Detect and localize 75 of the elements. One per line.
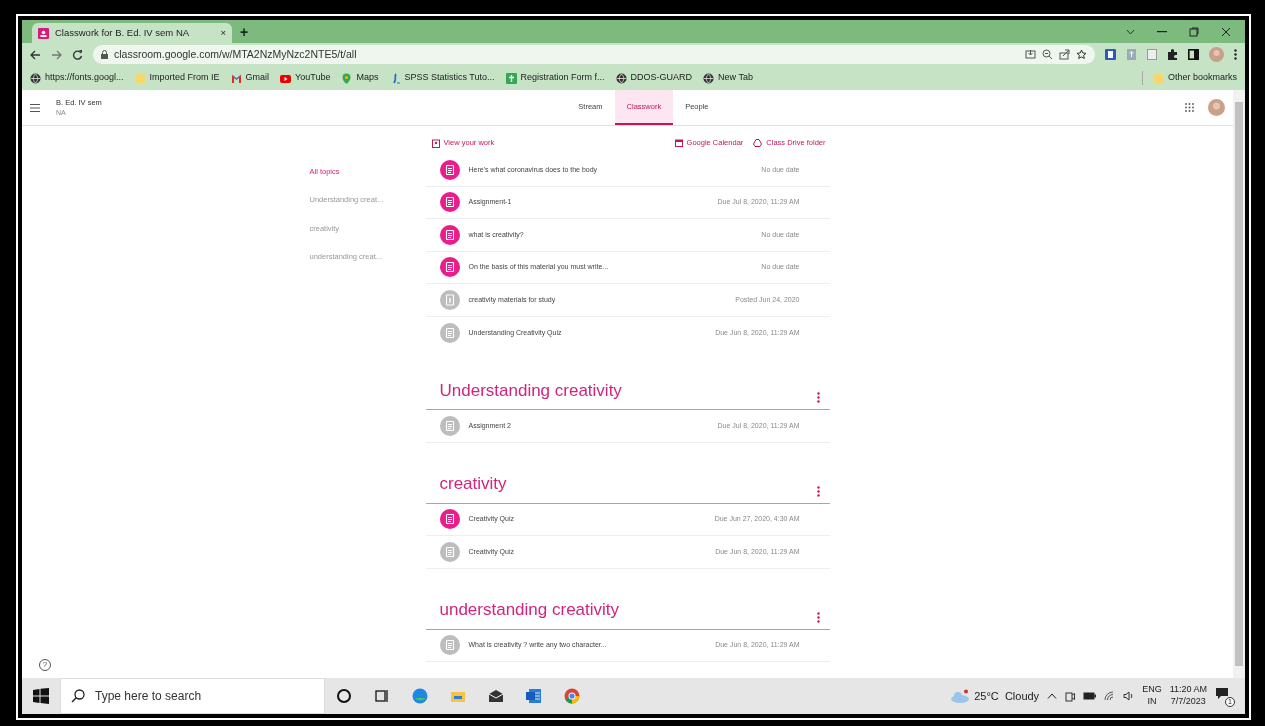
clipboard-icon — [431, 138, 440, 148]
folder-icon — [1152, 72, 1164, 84]
search-placeholder: Type here to search — [95, 688, 202, 705]
meet-icon[interactable] — [1065, 690, 1076, 702]
bookmark-item[interactable]: New Tab — [703, 71, 753, 85]
bookmark-item[interactable]: Gmail — [230, 71, 270, 85]
globe-icon — [703, 72, 715, 84]
help-button[interactable]: ? — [39, 659, 51, 671]
bookmark-item[interactable]: https://fonts.googl... — [30, 71, 124, 85]
forward-arrow-icon[interactable] — [51, 49, 62, 60]
install-icon[interactable] — [1025, 49, 1036, 60]
other-bookmarks-item[interactable]: Other bookmarks — [1141, 71, 1237, 85]
classroom-icon — [38, 27, 49, 39]
share-icon[interactable] — [1059, 49, 1070, 60]
bookmark-item[interactable]: Registration Form f... — [505, 71, 605, 85]
folder-icon — [134, 72, 146, 84]
more-vertical-icon[interactable] — [816, 485, 820, 497]
chat-bubble-icon — [1215, 687, 1229, 701]
side-panel-icon[interactable] — [1188, 49, 1199, 60]
cloud-icon — [950, 689, 971, 703]
clock-date[interactable]: 7/7/2023 — [1169, 696, 1207, 708]
bookmark-item[interactable]: SPSS Statistics Tuto... — [389, 71, 495, 85]
region-text: IN — [1146, 696, 1158, 708]
topic-heading: understanding creativity — [439, 599, 620, 621]
new-tab-button[interactable]: + — [240, 22, 249, 43]
language-text: ENG — [1142, 684, 1162, 696]
bookmark-item[interactable]: Imported From IE — [134, 71, 220, 85]
bookmark-item[interactable]: Maps — [341, 71, 379, 85]
circle-icon[interactable] — [336, 688, 352, 704]
more-vertical-icon[interactable] — [816, 392, 820, 403]
chevron-up-icon[interactable] — [1047, 693, 1058, 699]
map-pin-icon — [341, 72, 353, 84]
apps-grid-icon[interactable] — [1185, 103, 1194, 112]
chrome-browser-icon[interactable] — [564, 688, 580, 704]
star-icon[interactable] — [1076, 49, 1087, 60]
browser-tab[interactable]: Classwork for B. Ed. IV sem NA × — [32, 23, 232, 43]
windows-start-icon[interactable] — [33, 688, 49, 704]
book-icon[interactable] — [1105, 49, 1116, 60]
search-icon — [71, 689, 85, 703]
topic-heading: Understanding creativity — [439, 379, 622, 402]
clock-time[interactable]: 11:20 AM — [1169, 684, 1207, 696]
close-icon[interactable] — [1221, 26, 1231, 37]
weather-widget[interactable]: 25°C Cloudy — [950, 687, 1040, 705]
mail-envelope-icon[interactable] — [488, 688, 504, 704]
restore-icon[interactable] — [1189, 26, 1199, 37]
url-text: classroom.google.com/w/MTA2NzMyNzc2NTE5/t/all — [114, 46, 358, 62]
lock-icon — [101, 50, 108, 59]
globe-icon — [30, 72, 41, 84]
task-view-icon[interactable] — [374, 688, 390, 704]
reload-icon[interactable] — [72, 49, 83, 60]
zoom-icon[interactable] — [1042, 49, 1053, 60]
tab-title: Classwork for B. Ed. IV sem NA — [55, 25, 191, 40]
video-play-icon — [280, 72, 292, 84]
globe-icon — [615, 72, 627, 84]
word-document-icon[interactable] — [526, 688, 542, 704]
minimize-icon[interactable] — [1157, 30, 1167, 33]
tab-close-button[interactable]: × — [220, 25, 226, 41]
taskbar-search-field[interactable]: Type here to search — [60, 678, 325, 714]
back-arrow-icon[interactable] — [30, 49, 41, 60]
chevron-down-icon[interactable] — [1126, 28, 1135, 35]
bookmark-item[interactable]: YouTube — [280, 71, 331, 85]
mail-icon — [230, 72, 242, 84]
speaker-icon[interactable] — [1123, 691, 1135, 701]
puzzle-icon[interactable] — [1167, 49, 1178, 60]
more-vertical-icon[interactable] — [816, 611, 820, 623]
menu-icon[interactable] — [30, 103, 40, 112]
more-vertical-icon[interactable] — [1234, 49, 1237, 60]
topic-heading: creativity — [439, 473, 507, 495]
bookmark-item[interactable]: DDOS-GUARD — [615, 71, 693, 85]
plus-square-icon — [505, 72, 517, 84]
battery-icon[interactable] — [1083, 692, 1097, 700]
wifi-icon[interactable] — [1104, 691, 1116, 701]
address-bar[interactable]: classroom.google.com/w/MTA2NzMyNzc2NTE5/t/all — [93, 45, 1095, 64]
calendar-icon — [674, 139, 683, 147]
scrollbar[interactable] — [1233, 90, 1245, 678]
